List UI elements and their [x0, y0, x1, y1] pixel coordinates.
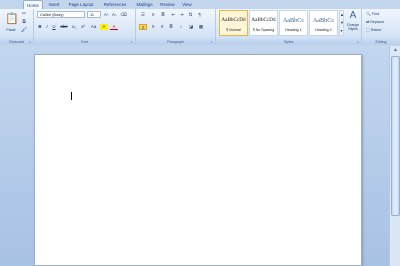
paragraph-group: ☰ ≡ ≣ ⇤ ⇥ ⇅ ¶ ≡ ≡ ≡ ≣ ↕ ◪ ▦ Paragraph ↘	[136, 9, 216, 45]
align-center-icon[interactable]: ≡	[149, 24, 157, 30]
style-sample: AaBbCcDd	[221, 17, 246, 23]
style-normal[interactable]: AaBbCcDd ¶ Normal	[219, 10, 248, 36]
copy-icon[interactable]: ⧉	[21, 19, 27, 25]
bold-button[interactable]: B	[37, 24, 43, 30]
dialog-launcher-icon[interactable]: ↘	[130, 40, 134, 44]
paste-button[interactable]: Paste	[3, 28, 19, 32]
tab-insert[interactable]: Insert	[44, 0, 64, 9]
clipboard-icon[interactable]: 📋	[5, 12, 19, 27]
line-spacing-icon[interactable]: ↕	[177, 24, 185, 30]
styles-group: AaBbCcDd ¶ Normal AaBbCcDd ¶ No Spacing …	[216, 9, 362, 45]
justify-icon[interactable]: ≣	[167, 24, 175, 30]
font-group-label: Font	[34, 39, 135, 45]
styles-group-label: Styles	[216, 39, 361, 45]
document-page[interactable]	[34, 54, 362, 266]
align-left-icon[interactable]: ≡	[139, 24, 147, 30]
dialog-launcher-icon[interactable]: ↘	[28, 40, 32, 44]
tab-page-layout[interactable]: Page Layout	[64, 0, 98, 9]
highlight-color-button[interactable]: A	[100, 24, 108, 30]
style-heading-2[interactable]: AaBbCc Heading 2	[309, 10, 338, 36]
select-icon: ⬚	[366, 28, 370, 32]
vertical-scrollbar[interactable]: ▲	[389, 46, 400, 266]
select-label: Select	[370, 28, 382, 32]
change-styles-button[interactable]: Change Styles	[344, 23, 362, 35]
find-button[interactable]: 🔍 Find	[366, 11, 379, 17]
font-size-field[interactable]: 11	[87, 11, 101, 18]
style-heading-1[interactable]: AaBbCc Heading 1	[279, 10, 308, 36]
multilevel-list-icon[interactable]: ≣	[159, 12, 167, 18]
italic-button[interactable]: I	[44, 24, 50, 30]
clipboard-group: 📋 Paste ✂ ⧉ 🖌 Clipboard ↘	[0, 9, 34, 45]
replace-icon: ⇄	[366, 20, 370, 24]
borders-icon[interactable]: ▦	[197, 24, 205, 30]
sort-icon[interactable]: ⇅	[187, 12, 194, 18]
tab-mailings[interactable]: Mailings	[132, 0, 157, 9]
format-painter-icon[interactable]: 🖌	[21, 27, 27, 33]
style-name: Heading 2	[315, 28, 332, 32]
shrink-font-icon[interactable]: A↓	[111, 12, 118, 18]
underline-button[interactable]: U	[51, 24, 57, 30]
style-sample: AaBbCc	[312, 17, 335, 24]
tab-references[interactable]: References	[99, 0, 131, 9]
style-sample: AaBbCcDd	[251, 17, 276, 23]
subscript-button[interactable]: x₂	[70, 24, 78, 30]
show-hide-button[interactable]: ¶	[196, 12, 203, 18]
change-styles-icon[interactable]: A	[345, 11, 361, 21]
cut-icon[interactable]: ✂	[21, 11, 27, 17]
scroll-thumb[interactable]	[391, 56, 400, 216]
paragraph-group-label: Paragraph	[136, 39, 215, 45]
select-button[interactable]: ⬚ Select	[366, 27, 381, 33]
bullets-icon[interactable]: ☰	[139, 12, 147, 18]
text-cursor	[71, 92, 72, 100]
decrease-indent-icon[interactable]: ⇤	[170, 12, 177, 18]
grow-font-icon[interactable]: A↑	[103, 12, 110, 18]
style-no-spacing[interactable]: AaBbCcDd ¶ No Spacing	[249, 10, 278, 36]
editing-group-label: Editing	[362, 39, 400, 45]
scroll-up-icon[interactable]: ▲	[391, 46, 400, 55]
font-group: Calibri (Body) 11 A↑ A↓ ⌫ B I U abe x₂ x…	[34, 9, 136, 45]
clear-formatting-icon[interactable]: ⌫	[120, 12, 127, 18]
replace-button[interactable]: ⇄ Replace	[366, 19, 384, 25]
find-label: Find	[371, 12, 380, 16]
find-icon: 🔍	[366, 12, 371, 16]
style-sample: AaBbCc	[282, 17, 305, 24]
numbering-icon[interactable]: ≡	[149, 12, 157, 18]
superscript-button[interactable]: x²	[79, 24, 87, 30]
change-case-button[interactable]: Aa	[89, 24, 98, 30]
dialog-launcher-icon[interactable]: ↘	[356, 40, 360, 44]
ribbon: 📋 Paste ✂ ⧉ 🖌 Clipboard ↘ Calibri (Body)…	[0, 9, 400, 45]
editing-group: 🔍 Find ⇄ Replace ⬚ Select Editing	[362, 9, 400, 45]
style-name: Heading 1	[285, 28, 302, 32]
font-color-button[interactable]: A	[110, 24, 118, 30]
shading-icon[interactable]: ◪	[187, 24, 195, 30]
tab-view[interactable]: View	[178, 0, 196, 9]
tab-home[interactable]: Home	[23, 0, 43, 9]
increase-indent-icon[interactable]: ⇥	[178, 12, 185, 18]
strikethrough-button[interactable]: abe	[59, 24, 69, 30]
style-name: ¶ No Spacing	[252, 28, 275, 32]
ribbon-tab-strip: Home Insert Page Layout References Maili…	[0, 0, 400, 9]
align-right-icon[interactable]: ≡	[158, 24, 166, 30]
tab-review[interactable]: Review	[157, 0, 178, 9]
dialog-launcher-icon[interactable]: ↘	[210, 40, 214, 44]
style-name: ¶ Normal	[226, 28, 241, 32]
font-name-field[interactable]: Calibri (Body)	[37, 11, 85, 18]
replace-label: Replace	[370, 20, 385, 24]
